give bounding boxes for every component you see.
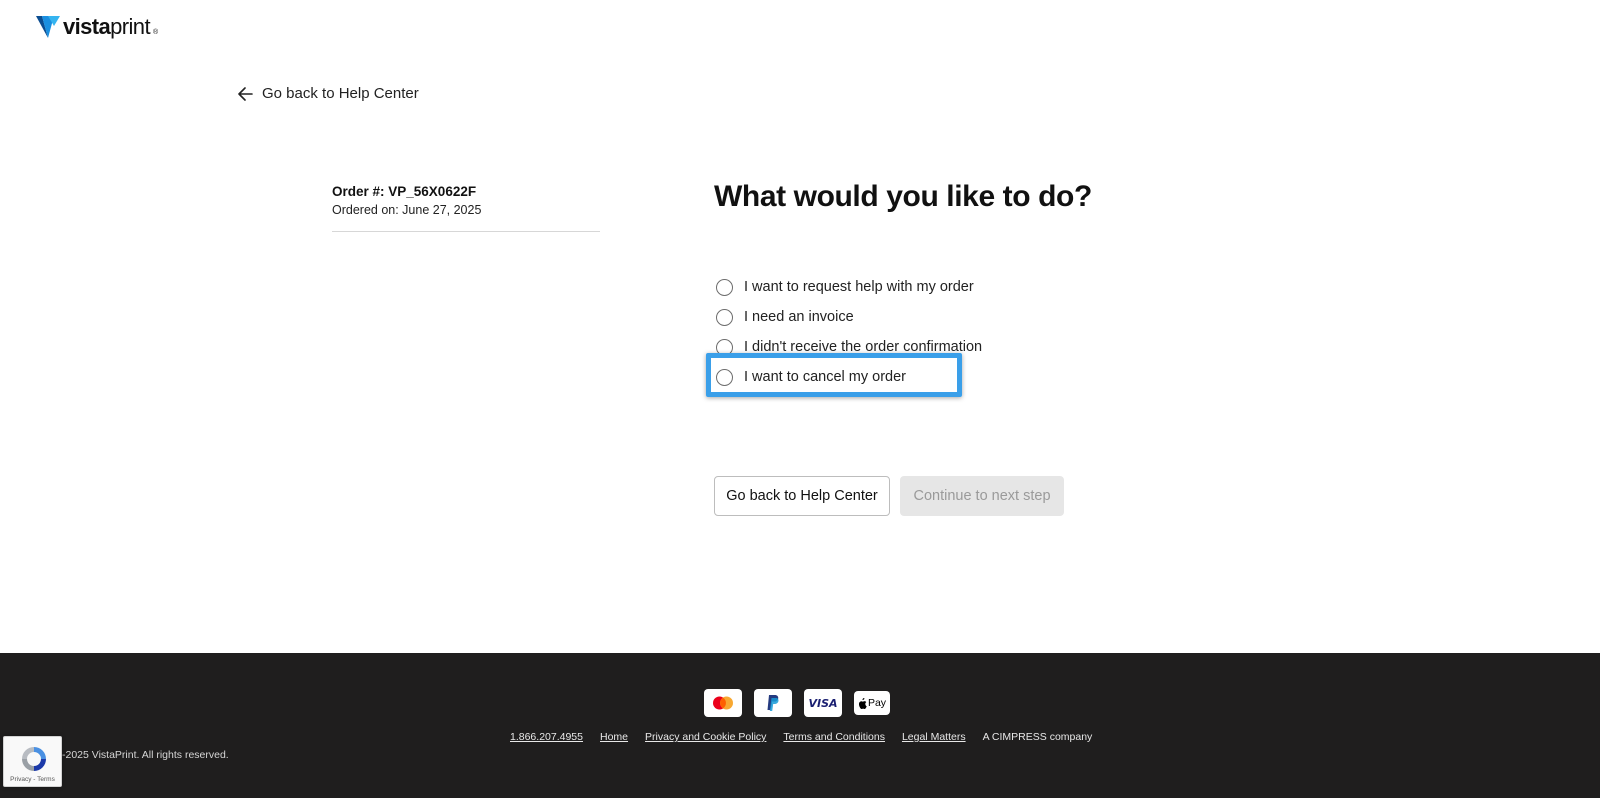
radio-button[interactable] (716, 338, 733, 356)
option-label: I didn't receive the order confirmation (744, 339, 983, 355)
footer-company: A CIMPRESS company (982, 731, 1093, 743)
order-number: Order #: VP_56X0622F (332, 184, 477, 199)
visa-icon: VISA (804, 689, 842, 717)
copyright-text: -2025 VistaPrint. All rights reserved. (62, 749, 229, 761)
option-label: I want to cancel my order (744, 369, 906, 385)
radio-button[interactable] (716, 278, 733, 296)
apple-pay-icon: Pay (854, 691, 890, 715)
footer-link-phone[interactable]: 1.866.207.4955 (510, 731, 583, 743)
option-no-confirmation[interactable]: I didn't receive the order confirmation (716, 332, 982, 362)
footer-links: 1.866.207.4955 Home Privacy and Cookie P… (510, 731, 1092, 743)
order-date: Ordered on: June 27, 2025 (332, 203, 482, 217)
recaptcha-links[interactable]: Privacy - Terms (4, 776, 61, 783)
option-label: I need an invoice (744, 309, 854, 325)
footer-link-terms[interactable]: Terms and Conditions (783, 731, 885, 743)
footer-link-home[interactable]: Home (600, 731, 628, 743)
option-request-help[interactable]: I want to request help with my order (716, 272, 982, 302)
radio-button[interactable] (716, 368, 733, 386)
arrow-left-icon (238, 86, 253, 101)
continue-button[interactable]: Continue to next step (900, 476, 1064, 516)
footer: VISA Pay 1.866.207.4955 Home Privacy and… (0, 653, 1600, 798)
radio-button[interactable] (716, 308, 733, 326)
option-label: I want to request help with my order (744, 279, 974, 295)
option-cancel-order[interactable]: I want to cancel my order (716, 362, 982, 392)
vistaprint-logo-icon (36, 16, 60, 38)
payment-methods: VISA Pay (704, 689, 890, 717)
vistaprint-logo[interactable]: vistaprint ® (36, 14, 158, 40)
logo-wordmark: vistaprint (63, 14, 151, 39)
mastercard-icon (704, 689, 742, 717)
footer-link-legal[interactable]: Legal Matters (902, 731, 966, 743)
go-back-button[interactable]: Go back to Help Center (714, 476, 890, 516)
page-title: What would you like to do? (714, 180, 1092, 213)
recaptcha-icon (22, 747, 46, 771)
recaptcha-badge[interactable]: Privacy - Terms (3, 736, 62, 787)
paypal-icon (754, 689, 792, 717)
option-invoice[interactable]: I need an invoice (716, 302, 982, 332)
logo-registered-mark: ® (152, 28, 159, 36)
back-link-label: Go back to Help Center (262, 85, 419, 102)
action-options: I want to request help with my order I n… (716, 272, 982, 392)
apple-icon (858, 697, 867, 709)
back-to-help-center-link[interactable]: Go back to Help Center (238, 85, 419, 102)
order-summary: Order #: VP_56X0622F Ordered on: June 27… (332, 184, 600, 232)
footer-link-privacy[interactable]: Privacy and Cookie Policy (645, 731, 766, 743)
